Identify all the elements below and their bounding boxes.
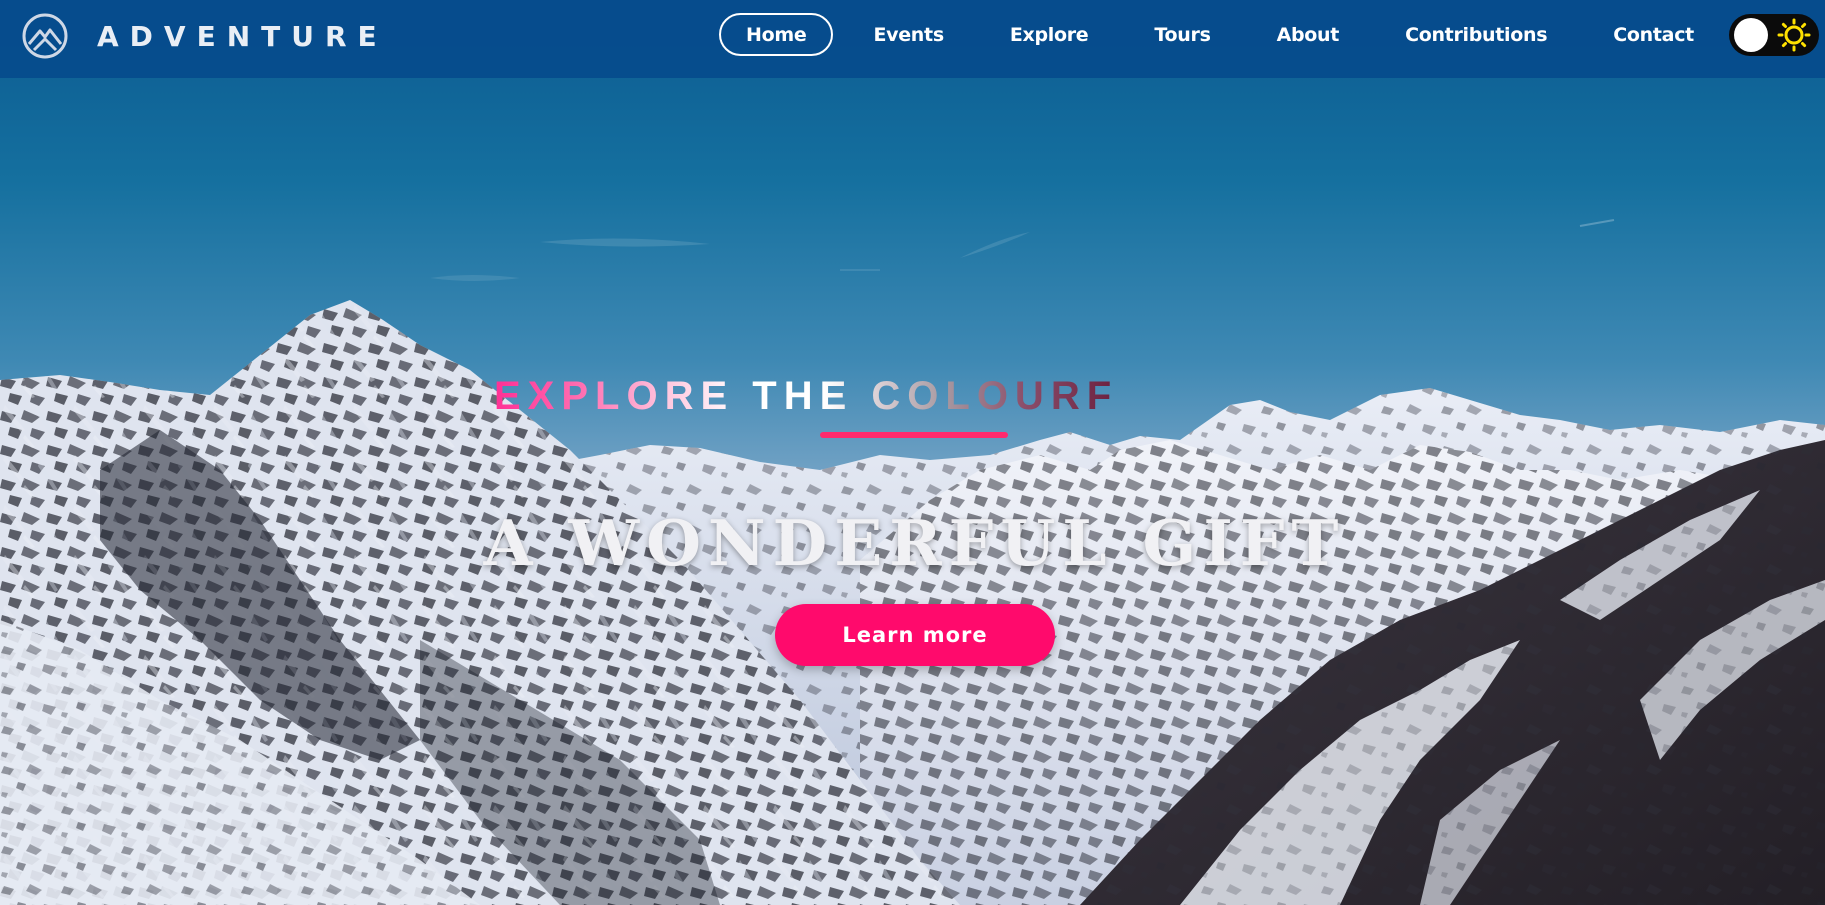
learn-more-button[interactable]: Learn more <box>775 604 1055 666</box>
nav-link-tours[interactable]: Tours <box>1127 13 1237 56</box>
tagline-underline <box>820 432 1008 438</box>
navbar: ADVENTURE Home Events Explore Tours Abou… <box>0 0 1825 78</box>
mountain-logo-icon <box>22 13 68 59</box>
sun-icon <box>1777 18 1811 52</box>
toggle-knob <box>1734 18 1768 52</box>
main-nav: Home Events Explore Tours About Contribu… <box>719 13 1721 56</box>
nav-link-home[interactable]: Home <box>719 13 834 56</box>
nav-link-explore[interactable]: Explore <box>983 13 1116 56</box>
nav-link-about[interactable]: About <box>1250 13 1366 56</box>
nav-link-events[interactable]: Events <box>846 13 970 56</box>
hero-headline: A WONDERFUL GIFT <box>483 506 1346 580</box>
hero-background <box>0 0 1825 905</box>
mountain-landscape-image <box>0 0 1825 905</box>
hero-tagline: EXPLORE THE COLOURF <box>494 374 1119 418</box>
nav-link-contact[interactable]: Contact <box>1586 13 1721 56</box>
theme-toggle[interactable] <box>1729 14 1819 56</box>
brand-name: ADVENTURE <box>97 19 388 53</box>
brand[interactable]: ADVENTURE <box>21 13 388 59</box>
nav-link-contributions[interactable]: Contributions <box>1378 13 1574 56</box>
